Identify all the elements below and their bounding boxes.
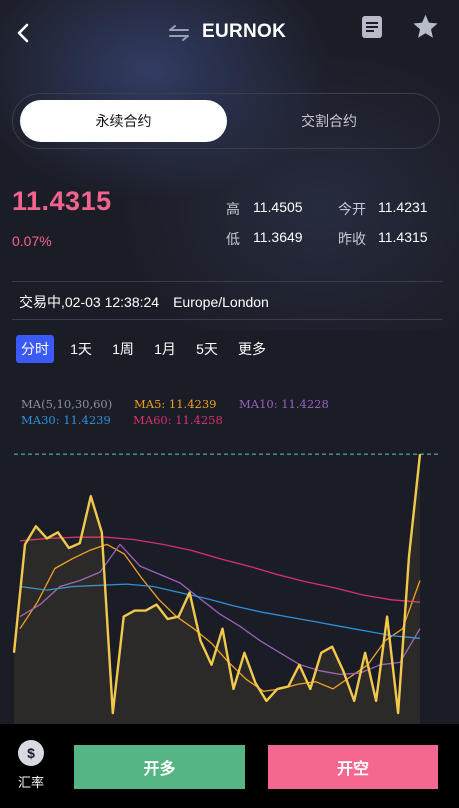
trading-status: 交易中,02-03 12:38:24 Europe/London: [19, 292, 283, 312]
ma10-legend: MA10: 11.4228: [239, 397, 329, 411]
period-more[interactable]: 更多: [234, 335, 270, 363]
period-timeshare[interactable]: 分时: [16, 335, 54, 363]
high-label: 高: [226, 201, 240, 217]
tab-perpetual[interactable]: 永续合约: [20, 100, 227, 142]
prev-close-label: 昨收: [338, 231, 366, 247]
favorite-star-icon[interactable]: [412, 13, 439, 40]
trading-time: 交易中,02-03 12:38:24: [19, 294, 160, 310]
ma-legend-header: MA(5,10,30,60): [21, 397, 113, 411]
ma30-legend: MA30: 11.4239: [21, 413, 111, 427]
open-value: 11.4231: [378, 199, 428, 215]
symbol-title: EURNOK: [202, 21, 287, 42]
dollar-icon: $: [18, 740, 44, 766]
divider-top: [12, 281, 442, 282]
low-value: 11.3649: [253, 229, 303, 245]
high-value: 11.4505: [253, 199, 303, 215]
open-short-button[interactable]: 开空: [268, 745, 438, 789]
contract-tabs: 永续合约 交割合约: [12, 93, 440, 149]
last-price: 11.4315: [12, 186, 112, 216]
period-5day[interactable]: 5天: [192, 335, 222, 363]
back-arrow-icon[interactable]: [12, 20, 36, 46]
exchange-rate-button[interactable]: $ 汇率: [15, 740, 47, 791]
top-bar: EURNOK: [0, 0, 459, 66]
period-1day[interactable]: 1天: [66, 335, 96, 363]
low-label: 低: [226, 231, 240, 247]
open-long-button[interactable]: 开多: [74, 745, 245, 789]
tab-delivery[interactable]: 交割合约: [227, 100, 431, 142]
swap-icon[interactable]: [167, 22, 191, 44]
period-1month[interactable]: 1月: [150, 335, 180, 363]
document-icon[interactable]: [361, 15, 383, 39]
timezone: Europe/London: [173, 294, 269, 310]
ma60-legend: MA60: 11.4258: [133, 413, 223, 427]
ma5-legend: MA5: 11.4239: [134, 397, 217, 411]
price-chart[interactable]: [0, 430, 459, 725]
open-label: 今开: [338, 201, 366, 217]
exchange-rate-label: 汇率: [17, 775, 44, 790]
period-1week[interactable]: 1周: [108, 335, 138, 363]
change-percent: 0.07%: [12, 233, 52, 249]
prev-close-value: 11.4315: [378, 229, 428, 245]
divider-bottom: [12, 319, 442, 320]
